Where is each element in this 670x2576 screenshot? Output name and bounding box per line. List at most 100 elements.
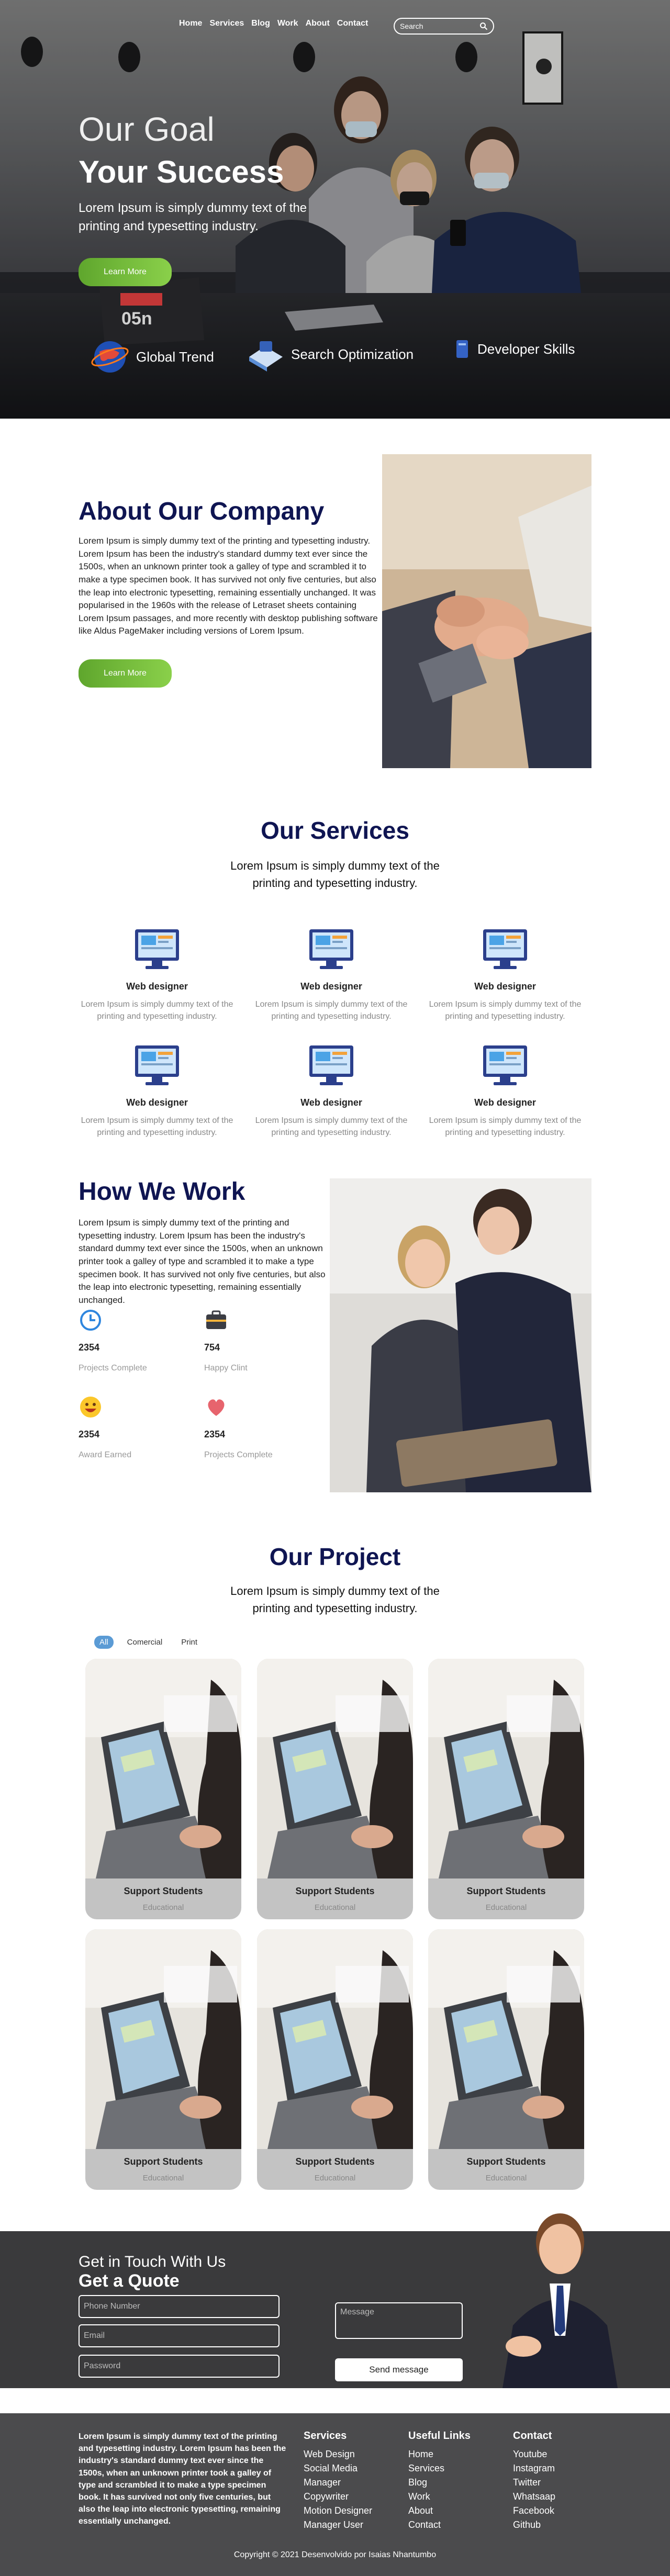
footer-link[interactable]: Web Design [304,2447,372,2461]
email-field[interactable] [79,2324,280,2347]
service-title: Web designer [300,1097,362,1108]
how-title: How We Work [79,1178,245,1206]
project-filters: All Comercial Print [94,1636,203,1649]
project-card[interactable]: Support Students Educational [257,1929,413,2190]
stat-value: 754 [204,1342,220,1353]
hero-learn-more-button[interactable]: Learn More [79,257,172,286]
project-card[interactable]: Support Students Educational [257,1659,413,1919]
footer-link[interactable]: Motion Designer [304,2504,372,2518]
service-item: Web designer Lorem Ipsum is simply dummy … [253,1042,410,1139]
feature-search-optimization: Search Optimization [244,336,414,373]
footer-link[interactable]: Services [408,2461,471,2476]
service-title: Web designer [126,1097,188,1108]
search-icon[interactable] [479,22,488,30]
message-field[interactable] [335,2302,463,2339]
filter-print[interactable]: Print [176,1636,203,1649]
project-category: Educational [485,2174,527,2183]
filter-all[interactable]: All [94,1636,114,1649]
about-learn-more-button[interactable]: Learn More [79,659,172,688]
contact-heading: Get in Touch With Us [79,2253,226,2270]
nav-home[interactable]: Home [179,19,202,28]
project-image [85,1929,241,2149]
stat-value: 2354 [204,1429,226,1439]
feature-global-trend: Global Trend [89,336,214,378]
smile-icon [80,1397,101,1418]
nav-about[interactable]: About [306,19,330,28]
nav-blog[interactable]: Blog [251,19,270,28]
hero-text: Our Goal Your Success Lorem Ipsum is sim… [79,113,340,286]
project-title: Our Project [269,1543,401,1570]
services-title: Our Services [261,817,409,844]
developer-skills-icon [456,340,468,358]
project-card[interactable]: Support Students Educational [85,1929,241,2190]
nav-work[interactable]: Work [277,19,298,28]
search-box [394,18,494,35]
project-section: Our Project Lorem Ipsum is simply dummy … [0,1517,670,2234]
stat-label: Happy Clint [204,1364,248,1373]
search-optimization-icon [249,341,283,372]
footer: Lorem Ipsum is simply dummy text of the … [0,2413,670,2576]
project-title: Support Students [124,2156,203,2167]
project-card[interactable]: Support Students Educational [428,1929,584,2190]
service-item: Web designer Lorem Ipsum is simply dummy … [79,1042,236,1139]
project-title: Support Students [295,1886,375,1896]
service-item: Web designer Lorem Ipsum is simply dummy … [427,1042,584,1139]
project-category: Educational [485,1903,527,1912]
service-text: Lorem Ipsum is simply dummy text of the … [429,1000,582,1021]
about-text: Lorem Ipsum is simply dummy text of the … [79,536,378,636]
footer-link[interactable]: Work [408,2490,471,2504]
footer-link[interactable]: Social Media [304,2461,372,2476]
phone-field[interactable] [79,2295,280,2318]
footer-link[interactable]: Facebook [513,2504,555,2518]
footer-link[interactable]: Manager [304,2476,372,2490]
contact-section: Get in Touch With Us Get a Quote Send me… [0,2213,670,2388]
footer-col-contact: Contact Youtube Instagram Twitter Whatsa… [513,2430,555,2532]
footer-link[interactable]: Contact [408,2518,471,2532]
project-title: Support Students [466,2156,546,2167]
project-category: Educational [314,1903,356,1912]
feature-label: Global Trend [136,348,214,365]
search-input[interactable] [400,22,473,30]
footer-link[interactable]: About [408,2504,471,2518]
hero-tagline: Lorem Ipsum is simply dummy text of the … [79,201,307,233]
web-design-icon [135,1045,179,1085]
heart-icon [208,1399,225,1416]
stat-label: Projects Complete [79,1364,147,1373]
footer-link[interactable]: Whatsaap [513,2490,555,2504]
project-card[interactable]: Support Students Educational [85,1659,241,1919]
send-message-button[interactable]: Send message [335,2358,463,2381]
project-title: Support Students [295,2156,375,2167]
service-text: Lorem Ipsum is simply dummy text of the … [255,1116,408,1138]
nav-services[interactable]: Services [209,19,244,28]
project-category: Educational [142,2174,184,2183]
nav-contact[interactable]: Contact [337,19,368,28]
project-image [428,1659,584,1878]
page: 05n Home Services Blog Work About Contac… [0,0,670,2576]
how-we-work-section: How We Work Lorem Ipsum is simply dummy … [0,1151,670,1517]
password-field[interactable] [79,2355,280,2378]
footer-link[interactable]: Github [513,2518,555,2532]
footer-col-title: Services [304,2430,347,2442]
footer-link[interactable]: Youtube [513,2447,555,2461]
footer-link[interactable]: Blog [408,2476,471,2490]
footer-col-title: Contact [513,2430,552,2442]
footer-link[interactable]: Manager User [304,2518,372,2532]
footer-link[interactable]: Twitter [513,2476,555,2490]
filter-comercial[interactable]: Comercial [122,1636,168,1649]
project-card[interactable]: Support Students Educational [428,1659,584,1919]
about-handshake-image [382,454,591,768]
project-subtitle: Lorem Ipsum is simply dummy text of the … [230,1584,440,1615]
web-design-icon [483,1045,527,1085]
service-text: Lorem Ipsum is simply dummy text of the … [429,1116,582,1138]
stat-award-earned: 2354 Award Earned [79,1395,183,1460]
stat-label: Award Earned [79,1450,132,1459]
briefcase-icon [206,1310,226,1329]
footer-link[interactable]: Instagram [513,2461,555,2476]
stat-value: 2354 [79,1342,100,1353]
stat-happy-client: 754 Happy Clint [204,1308,309,1373]
project-image [85,1659,241,1878]
stat-value: 2354 [79,1429,100,1439]
footer-link[interactable]: Home [408,2447,471,2461]
footer-link[interactable]: Copywriter [304,2490,372,2504]
copyright: Copyright © 2021 Desenvolvido por Isaias… [233,2550,437,2559]
